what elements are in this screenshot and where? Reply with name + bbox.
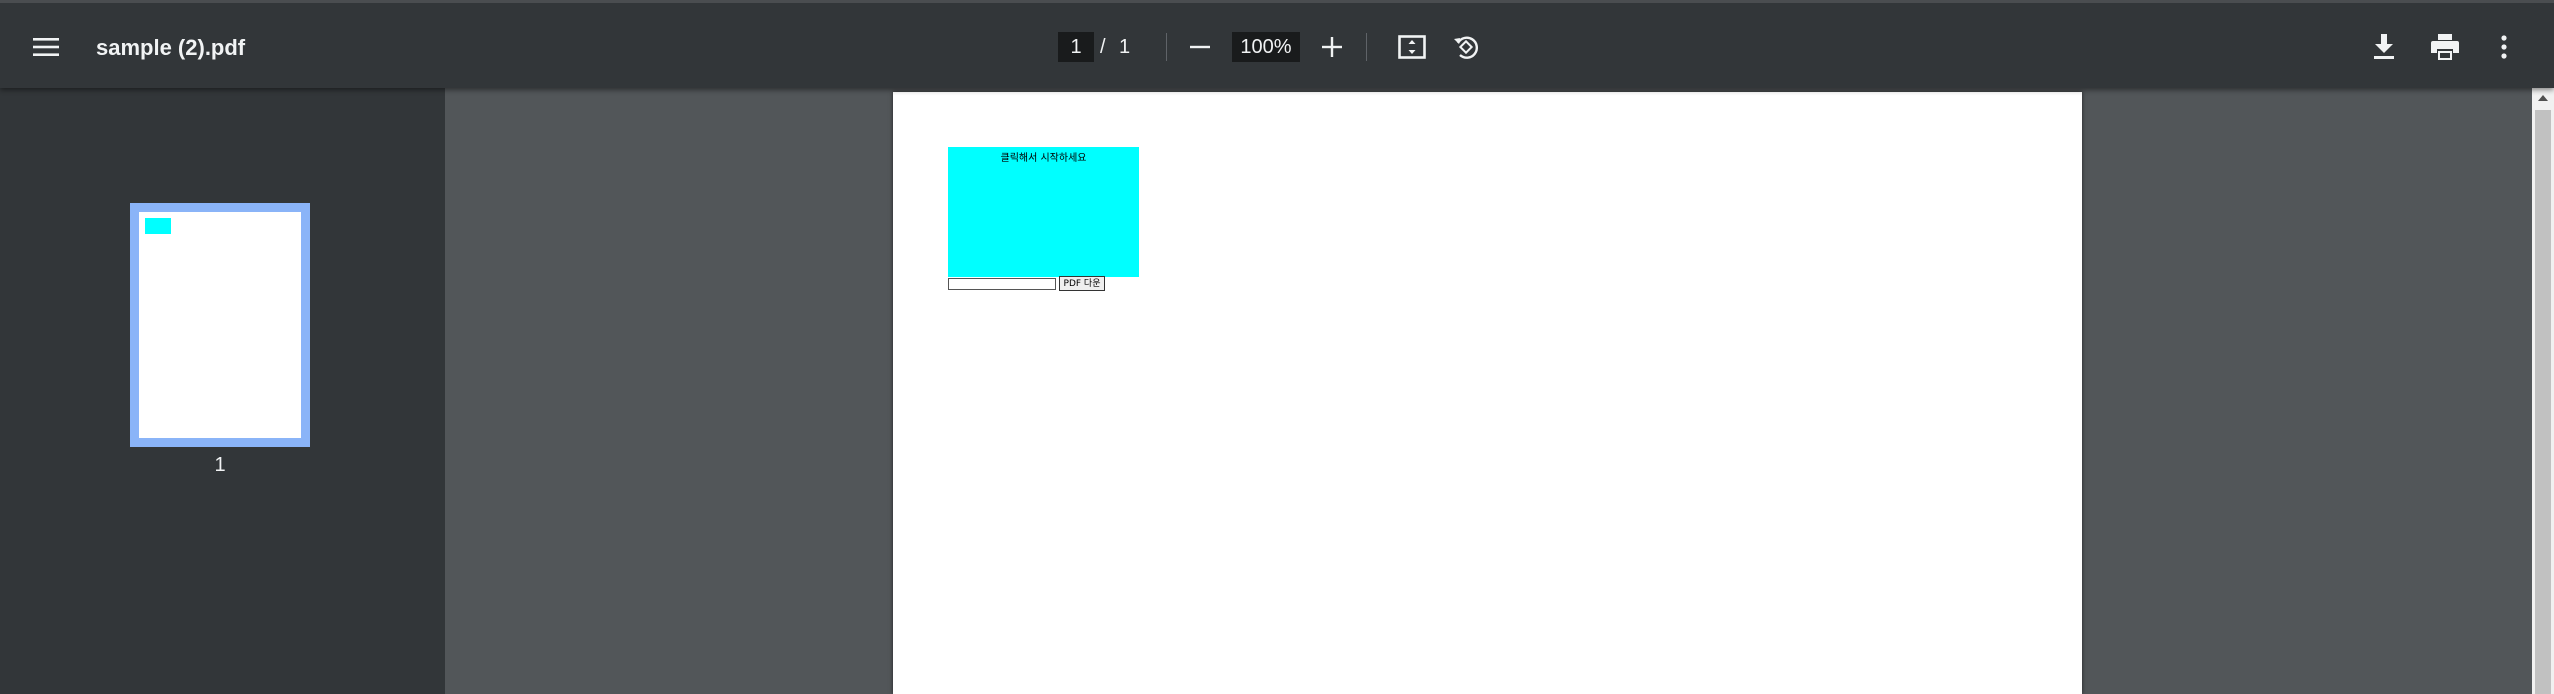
pdf-text-field[interactable] xyxy=(948,278,1056,290)
pdf-page: 클릭해서 시작하세요 PDF 다운 xyxy=(893,92,2082,694)
thumbnail-sidebar: 1 xyxy=(0,88,445,694)
plus-icon xyxy=(1322,37,1342,57)
minus-icon xyxy=(1190,45,1210,49)
download-icon xyxy=(2374,34,2394,59)
thumbnail-page-number: 1 xyxy=(214,454,226,476)
print-button[interactable] xyxy=(2423,25,2467,69)
rotate-counterclockwise-icon xyxy=(1454,36,1479,59)
scrollbar-thumb[interactable] xyxy=(2535,110,2551,694)
page-separator: / xyxy=(1100,36,1106,58)
page-total: 1 xyxy=(1119,36,1131,58)
zoom-level-input[interactable] xyxy=(1232,32,1300,62)
download-button[interactable] xyxy=(2362,25,2406,69)
pdf-toolbar: sample (2).pdf / 1 xyxy=(0,0,2554,88)
document-title: sample (2).pdf xyxy=(96,35,246,60)
more-actions-button[interactable] xyxy=(2482,25,2526,69)
start-click-area[interactable]: 클릭해서 시작하세요 xyxy=(948,147,1139,277)
page-thumbnail[interactable] xyxy=(130,203,310,447)
fit-to-page-button[interactable] xyxy=(1390,25,1434,69)
thumbnail-preview-box xyxy=(145,218,171,234)
toolbar-divider xyxy=(1166,33,1167,61)
scroll-up-arrow[interactable] xyxy=(2532,88,2554,108)
zoom-out-button[interactable] xyxy=(1178,25,1222,69)
fit-to-page-icon xyxy=(1398,35,1426,59)
print-icon xyxy=(2431,34,2459,60)
toolbar-divider xyxy=(1366,33,1367,61)
hamburger-menu-icon xyxy=(33,38,59,56)
rotate-button[interactable] xyxy=(1444,25,1488,69)
zoom-in-button[interactable] xyxy=(1310,25,1354,69)
more-vertical-icon xyxy=(2501,35,2507,59)
page-number-input[interactable] xyxy=(1058,32,1094,62)
pdf-download-button[interactable]: PDF 다운 xyxy=(1059,276,1105,291)
menu-button[interactable] xyxy=(24,25,68,69)
start-click-label: 클릭해서 시작하세요 xyxy=(1000,153,1087,164)
vertical-scrollbar[interactable] xyxy=(2532,88,2554,694)
scroll-up-icon xyxy=(2538,95,2548,101)
